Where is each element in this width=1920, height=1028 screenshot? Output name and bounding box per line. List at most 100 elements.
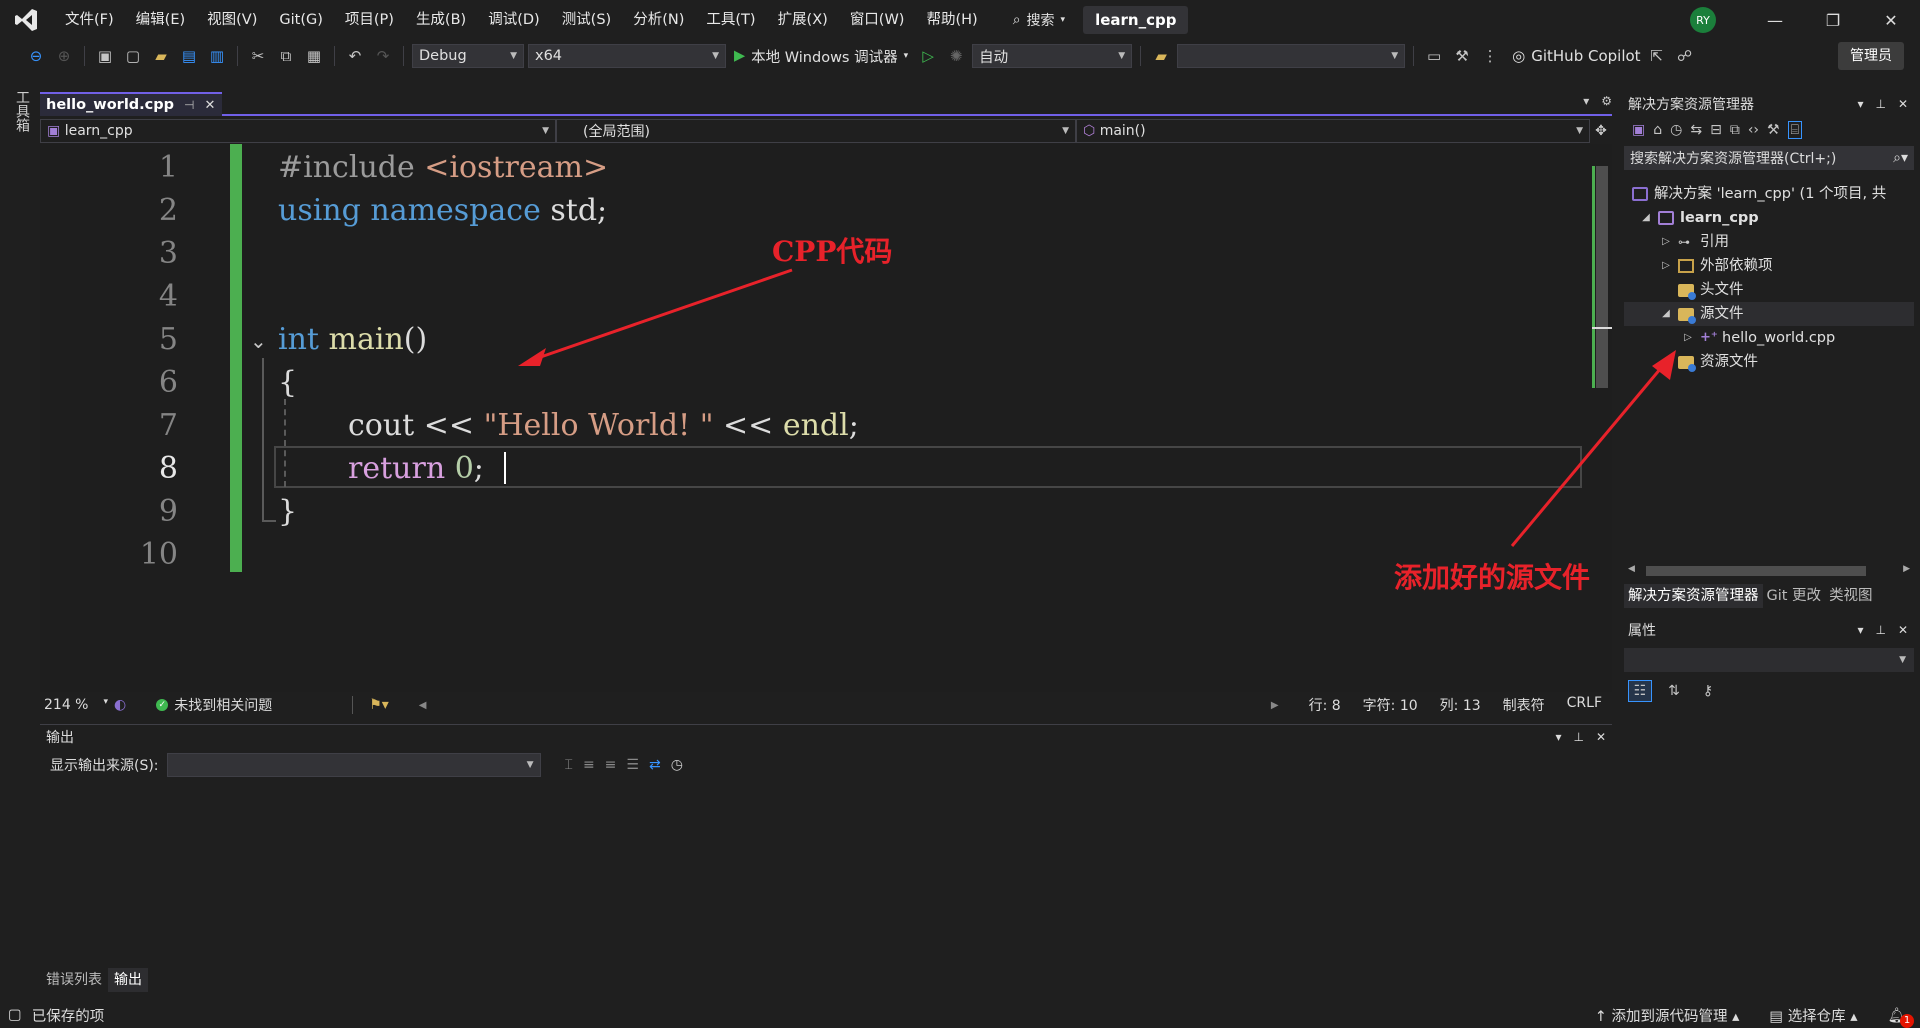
- notifications-bell-icon[interactable]: 🔔︎ 1: [1888, 1007, 1914, 1028]
- toolbox-tab[interactable]: 工具箱: [12, 90, 32, 132]
- close-icon[interactable]: ✕: [1898, 623, 1908, 637]
- tree-references[interactable]: ▷ ⊶ 引用: [1660, 230, 1729, 254]
- add-to-source-control-button[interactable]: ↑ 添加到源代码管理 ▴: [1595, 1005, 1740, 1026]
- menu-help[interactable]: 帮助(H): [915, 0, 988, 40]
- code-cleanup-icon[interactable]: ⚑▾: [369, 697, 389, 713]
- paste-icon[interactable]: ▦: [302, 44, 326, 68]
- member-nav-dropdown[interactable]: ⬡ main() ▼: [1076, 119, 1590, 143]
- properties-wrench-icon[interactable]: ⚒: [1767, 122, 1780, 138]
- forward-icon[interactable]: ⊕: [52, 44, 76, 68]
- zoom-dropdown[interactable]: 214 % ▾: [44, 697, 114, 713]
- show-all-files-icon[interactable]: ⧉: [1730, 122, 1740, 138]
- issues-indicator[interactable]: ✓ 未找到相关问题: [156, 695, 272, 715]
- clock-icon[interactable]: ◷: [671, 757, 683, 773]
- collapse-all-icon[interactable]: ⊟: [1710, 122, 1722, 138]
- minimize-button[interactable]: —: [1746, 0, 1804, 40]
- start-without-debugging-icon[interactable]: ▷: [916, 44, 940, 68]
- split-icon[interactable]: ✥: [1590, 118, 1612, 144]
- menu-window[interactable]: 窗口(W): [839, 0, 916, 40]
- configuration-dropdown[interactable]: Debug ▼: [412, 44, 524, 68]
- start-debugging-button[interactable]: ▶ 本地 Windows 调试器 ▾: [730, 46, 912, 67]
- save-icon[interactable]: ▤: [177, 44, 201, 68]
- browser-icon[interactable]: ▭: [1422, 44, 1446, 68]
- pin-icon[interactable]: ⊥: [1875, 623, 1885, 637]
- new-project-icon[interactable]: ▣: [93, 44, 117, 68]
- avatar[interactable]: RY: [1690, 7, 1716, 33]
- undo-icon[interactable]: ↶: [343, 44, 367, 68]
- tab-output[interactable]: 输出: [108, 968, 148, 992]
- restore-button[interactable]: ❐: [1804, 0, 1862, 40]
- close-icon[interactable]: ✕: [1898, 97, 1908, 111]
- tab-git-changes[interactable]: Git 更改: [1763, 584, 1826, 608]
- expanded-arrow-icon[interactable]: ◢: [1660, 302, 1672, 326]
- prev-message-icon[interactable]: ≡: [583, 757, 595, 773]
- find-dropdown[interactable]: ▼: [1177, 44, 1406, 68]
- wrench-icon[interactable]: ⚒: [1450, 44, 1474, 68]
- open-folder-icon[interactable]: ▰: [149, 44, 173, 68]
- github-copilot-button[interactable]: ◎ GitHub Copilot: [1512, 47, 1640, 65]
- scroll-right-icon[interactable]: ▶: [1271, 700, 1279, 711]
- global-search[interactable]: ⌕ 搜索 ▾: [1003, 6, 1075, 34]
- eol-indicator[interactable]: CRLF: [1567, 695, 1602, 715]
- tree-horizontal-scrollbar[interactable]: ◀ ▶: [1624, 564, 1914, 578]
- tab-list-icon[interactable]: ▾: [1583, 94, 1589, 108]
- solution-config-dropdown[interactable]: 自动 ▼: [972, 44, 1133, 68]
- switch-views-icon[interactable]: ▣: [1632, 122, 1645, 138]
- gear-icon[interactable]: ⚙: [1601, 94, 1612, 108]
- categorized-icon[interactable]: ☷: [1628, 680, 1652, 702]
- word-wrap-icon[interactable]: ⇄: [649, 757, 661, 773]
- share-icon[interactable]: ⇱: [1645, 44, 1669, 68]
- collapsed-arrow-icon[interactable]: ▷: [1660, 230, 1672, 254]
- tab-class-view[interactable]: 类视图: [1825, 584, 1877, 608]
- tree-project[interactable]: ◢ learn_cpp: [1640, 206, 1759, 230]
- pin-icon[interactable]: ⊣: [184, 98, 194, 112]
- tree-source-files[interactable]: ◢ 源文件: [1624, 302, 1914, 326]
- overflow-icon[interactable]: ⋮: [1478, 44, 1502, 68]
- tab-solution-explorer[interactable]: 解决方案资源管理器: [1624, 584, 1763, 608]
- collapse-chevron-icon[interactable]: ⌄: [250, 329, 267, 353]
- close-window-button[interactable]: ✕: [1862, 0, 1920, 40]
- tree-source-file-hello-world[interactable]: ▷ +⁺ hello_world.cpp: [1682, 326, 1835, 350]
- menu-analyze[interactable]: 分析(N): [622, 0, 695, 40]
- expanded-arrow-icon[interactable]: ◢: [1640, 206, 1652, 230]
- clear-all-icon[interactable]: ☰: [626, 757, 639, 773]
- menu-tools[interactable]: 工具(T): [695, 0, 766, 40]
- home-icon[interactable]: ⌂: [1653, 122, 1662, 138]
- scroll-left-icon[interactable]: ◀: [419, 700, 427, 711]
- property-pages-icon[interactable]: ⚷: [1696, 680, 1720, 702]
- menu-project[interactable]: 项目(P): [334, 0, 405, 40]
- tab-error-list[interactable]: 错误列表: [40, 968, 108, 992]
- new-item-icon[interactable]: ▢: [121, 44, 145, 68]
- menu-test[interactable]: 测试(S): [551, 0, 623, 40]
- output-source-dropdown[interactable]: ▼: [166, 753, 541, 777]
- cut-icon[interactable]: ✂: [246, 44, 270, 68]
- close-icon[interactable]: ✕: [1596, 730, 1606, 744]
- code-view-icon[interactable]: ‹›: [1748, 122, 1759, 138]
- properties-object-dropdown[interactable]: ▼: [1624, 648, 1914, 672]
- pin-icon[interactable]: ⊥: [1573, 730, 1583, 744]
- next-message-icon[interactable]: ≡: [605, 757, 617, 773]
- tree-solution[interactable]: 解决方案 'learn_cpp' (1 个项目, 共: [1632, 182, 1886, 206]
- sync-icon[interactable]: ⇆: [1690, 122, 1702, 138]
- menu-build[interactable]: 生成(B): [405, 0, 477, 40]
- find-message-icon[interactable]: ⌶: [565, 757, 573, 773]
- platform-dropdown[interactable]: x64 ▼: [528, 44, 726, 68]
- menu-edit[interactable]: 编辑(E): [125, 0, 196, 40]
- tab-hello-world[interactable]: hello_world.cpp ⊣ ✕: [40, 92, 222, 116]
- back-icon[interactable]: ⊖: [24, 44, 48, 68]
- dropdown-icon[interactable]: ▾: [1857, 623, 1863, 637]
- copilot-status-icon[interactable]: ◐: [114, 697, 126, 713]
- tree-external-deps[interactable]: ▷ 外部依赖项: [1660, 254, 1772, 278]
- scroll-left-icon[interactable]: ◀: [1628, 564, 1635, 574]
- scrollbar-thumb[interactable]: [1646, 566, 1866, 576]
- project-nav-dropdown[interactable]: ▣ learn_cpp ▼: [40, 119, 556, 143]
- dropdown-icon[interactable]: ▾: [1857, 97, 1863, 111]
- hot-reload-icon[interactable]: ✺: [944, 44, 968, 68]
- dropdown-icon[interactable]: ▾: [1555, 730, 1561, 744]
- scope-nav-dropdown[interactable]: (全局范围) ▼: [556, 119, 1076, 143]
- alphabetical-icon[interactable]: ⇅: [1662, 680, 1686, 702]
- redo-icon[interactable]: ↷: [371, 44, 395, 68]
- menu-file[interactable]: 文件(F): [54, 0, 125, 40]
- collapsed-arrow-icon[interactable]: ▷: [1660, 254, 1672, 278]
- select-repository-button[interactable]: ▤ 选择仓库 ▴: [1769, 1005, 1857, 1026]
